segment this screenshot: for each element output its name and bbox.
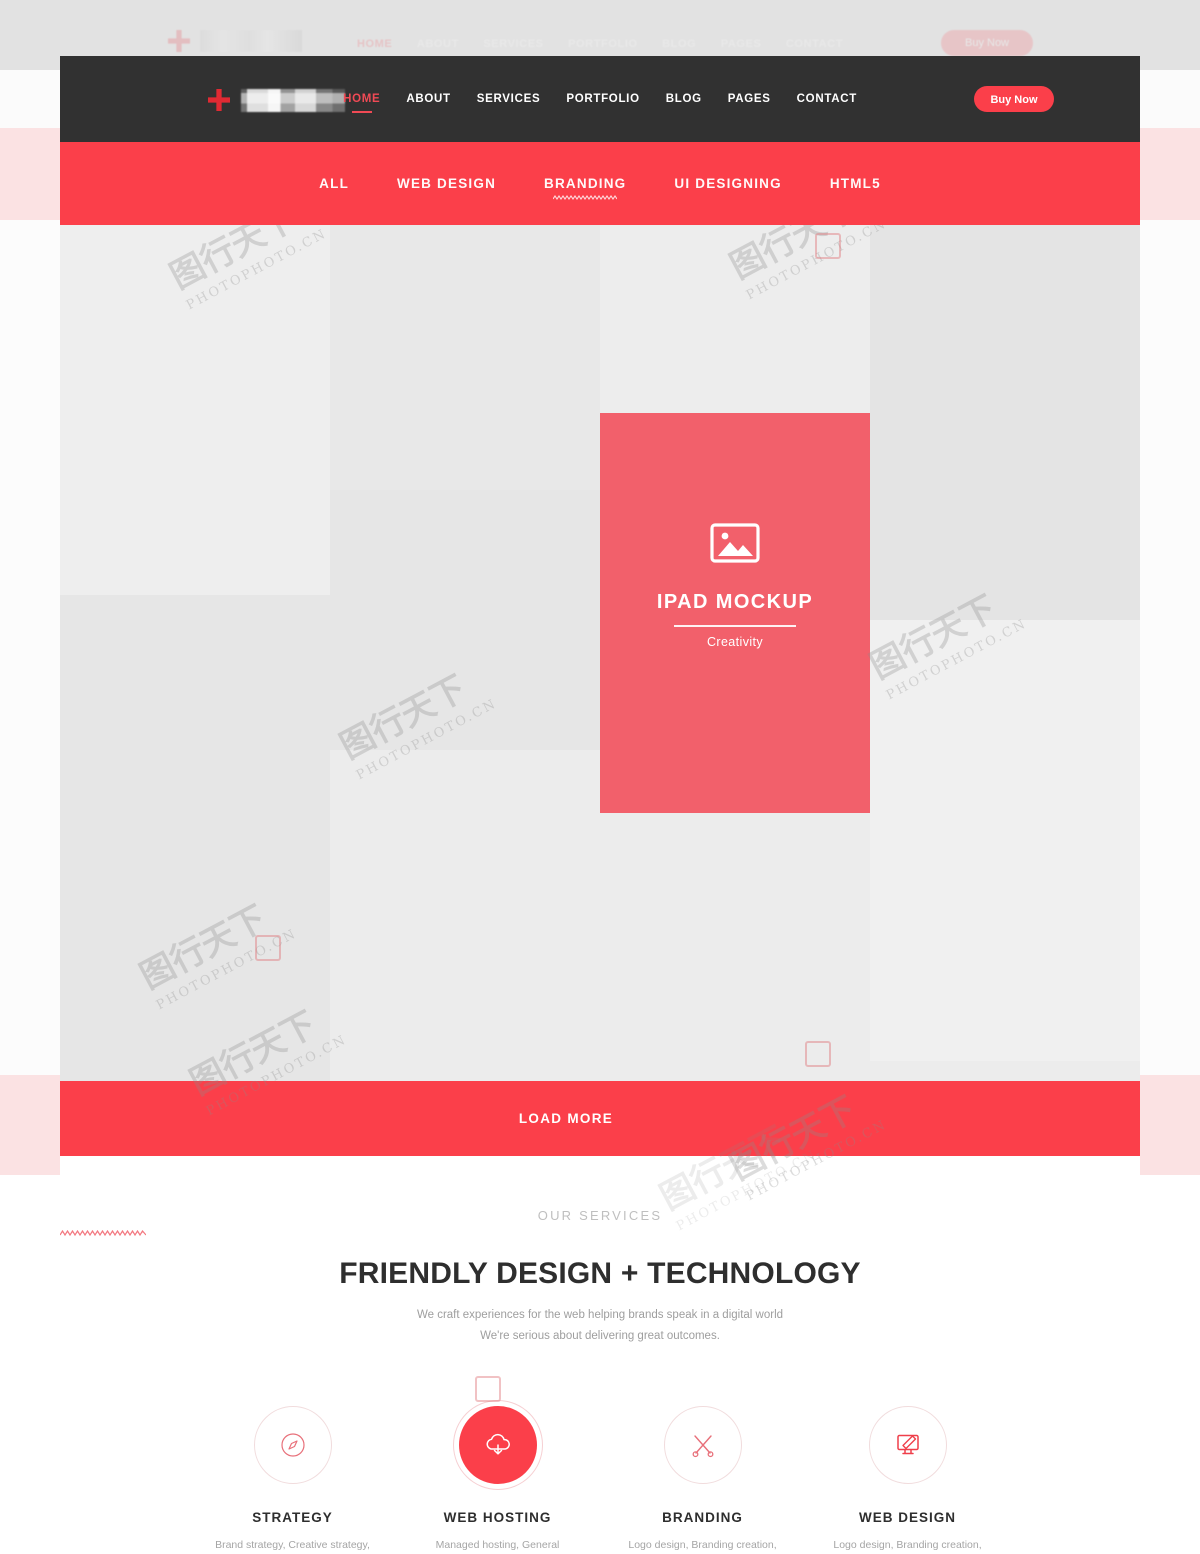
portfolio-tile[interactable] bbox=[600, 813, 870, 1081]
ghost-nav-item-home: HOME bbox=[356, 38, 393, 50]
portfolio-tile[interactable] bbox=[330, 490, 600, 750]
filter-web-design[interactable]: WEB DESIGN bbox=[397, 176, 496, 191]
ghost-nav-item-portfolio: PORTFOLIO bbox=[568, 38, 638, 50]
service-icon-wrap bbox=[663, 1405, 742, 1484]
services-section: OUR SERVICES FRIENDLY DESIGN + TECHNOLOG… bbox=[60, 1156, 1140, 1554]
services-subtitle: We craft experiences for the web helping… bbox=[60, 1305, 1140, 1348]
nav-item-about[interactable]: ABOUT bbox=[406, 93, 450, 105]
filter-ui-designing-label: UI DESIGNING bbox=[674, 176, 782, 191]
compass-icon bbox=[280, 1432, 305, 1457]
filter-all-label: ALL bbox=[319, 176, 350, 191]
service-desc-line-1: Managed hosting, General maintenance, bbox=[435, 1538, 560, 1551]
service-desc: Brand strategy, Creative strategy, Infor… bbox=[190, 1537, 395, 1554]
portfolio-tile[interactable] bbox=[60, 225, 330, 595]
zigzag-underline-icon bbox=[553, 195, 618, 200]
featured-portfolio-card[interactable]: IPAD MOCKUP Creativity bbox=[600, 413, 870, 813]
service-desc: Logo design, Branding creation, Style ti… bbox=[805, 1537, 1010, 1554]
services-subtitle-line-2: We're serious about delivering great out… bbox=[480, 1330, 720, 1343]
nav-item-home[interactable]: HOME bbox=[343, 93, 380, 105]
service-cards: STRATEGY Brand strategy, Creative strate… bbox=[60, 1405, 1140, 1554]
portfolio-tile[interactable] bbox=[870, 1061, 1140, 1081]
service-icon-wrap bbox=[253, 1405, 332, 1484]
services-subtitle-line-1: We craft experiences for the web helping… bbox=[416, 1309, 784, 1321]
service-card-web-hosting[interactable]: WEB HOSTING Managed hosting, General mai… bbox=[395, 1405, 600, 1554]
featured-card-divider bbox=[674, 625, 796, 627]
service-icon-wrap bbox=[458, 1405, 537, 1484]
featured-card-subtitle: Creativity bbox=[706, 635, 764, 649]
ghost-nav-item-contact: CONTACT bbox=[785, 38, 844, 50]
service-card-branding[interactable]: BRANDING Logo design, Branding creation,… bbox=[600, 1405, 805, 1554]
ghost-nav-item-services: SERVICES bbox=[483, 38, 544, 50]
service-name: BRANDING bbox=[662, 1509, 743, 1525]
service-icon-wrap bbox=[868, 1405, 947, 1484]
featured-card-title: IPAD MOCKUP bbox=[656, 591, 814, 613]
load-more-button[interactable]: LOAD MORE bbox=[60, 1081, 1140, 1156]
filter-branding-label: BRANDING bbox=[544, 176, 627, 191]
services-eyebrow: OUR SERVICES bbox=[537, 1208, 663, 1223]
filter-web-design-label: WEB DESIGN bbox=[397, 176, 497, 191]
portfolio-tile[interactable] bbox=[60, 595, 330, 1081]
portfolio-tile[interactable] bbox=[870, 225, 1140, 620]
buy-now-button[interactable]: Buy Now bbox=[974, 86, 1054, 112]
nav-item-services[interactable]: SERVICES bbox=[477, 93, 541, 105]
service-desc: Managed hosting, General maintenance, Lo… bbox=[395, 1537, 600, 1554]
monitor-pencil-icon bbox=[896, 1434, 919, 1454]
ghost-nav-item-about: ABOUT bbox=[416, 38, 459, 50]
filter-html5-label: HTML5 bbox=[829, 176, 881, 191]
ghost-buy-now-button: Buy Now bbox=[941, 30, 1033, 56]
nav-item-contact[interactable]: CONTACT bbox=[797, 93, 857, 105]
image-placeholder-icon bbox=[710, 523, 760, 563]
service-name: WEB DESIGN bbox=[858, 1509, 956, 1525]
service-desc-line-1: Logo design, Branding creation, bbox=[833, 1538, 982, 1551]
portfolio-tile[interactable] bbox=[600, 225, 870, 413]
site-header: HOME ABOUT SERVICES PORTFOLIO BLOG PAGES… bbox=[60, 56, 1140, 142]
ghost-nav-item-blog: BLOG bbox=[662, 38, 697, 50]
portfolio-tile[interactable] bbox=[870, 620, 1140, 1061]
portfolio-grid: IPAD MOCKUP Creativity 图行天下 PHOTOPHOTO.CN… bbox=[60, 225, 1140, 1081]
filter-all[interactable]: ALL bbox=[319, 176, 349, 191]
service-desc-line-1: Brand strategy, Creative strategy, bbox=[215, 1538, 370, 1551]
scissors-icon bbox=[692, 1434, 713, 1457]
cloud-upload-icon bbox=[486, 1433, 510, 1455]
filter-branding[interactable]: BRANDING bbox=[544, 176, 627, 200]
service-name: STRATEGY bbox=[252, 1509, 333, 1525]
portfolio-tile[interactable] bbox=[330, 750, 600, 1081]
service-card-strategy[interactable]: STRATEGY Brand strategy, Creative strate… bbox=[190, 1405, 395, 1554]
ghost-nav-item-pages: PAGES bbox=[720, 38, 762, 50]
services-title: FRIENDLY DESIGN + TECHNOLOGY bbox=[339, 1257, 861, 1290]
load-more-label: LOAD MORE bbox=[518, 1111, 614, 1126]
nav-item-blog[interactable]: BLOG bbox=[666, 93, 702, 105]
service-desc: Logo design, Branding creation, Style ti… bbox=[600, 1537, 805, 1554]
nav-item-portfolio[interactable]: PORTFOLIO bbox=[566, 93, 639, 105]
zigzag-accent-icon bbox=[60, 1229, 147, 1237]
portfolio-tile[interactable] bbox=[330, 225, 600, 490]
filter-html5[interactable]: HTML5 bbox=[830, 176, 881, 191]
filter-ui-designing[interactable]: UI DESIGNING bbox=[674, 176, 781, 191]
service-card-web-design[interactable]: WEB DESIGN Logo design, Branding creatio… bbox=[805, 1405, 1010, 1554]
page-frame: HOME ABOUT SERVICES PORTFOLIO BLOG PAGES… bbox=[60, 56, 1140, 1554]
nav-item-pages[interactable]: PAGES bbox=[728, 93, 771, 105]
service-desc-line-1: Logo design, Branding creation, bbox=[628, 1538, 777, 1551]
portfolio-filter-bar: ALL WEB DESIGN BRANDING UI DESIGNING HTM… bbox=[60, 142, 1140, 225]
service-name: WEB HOSTING bbox=[443, 1509, 552, 1525]
